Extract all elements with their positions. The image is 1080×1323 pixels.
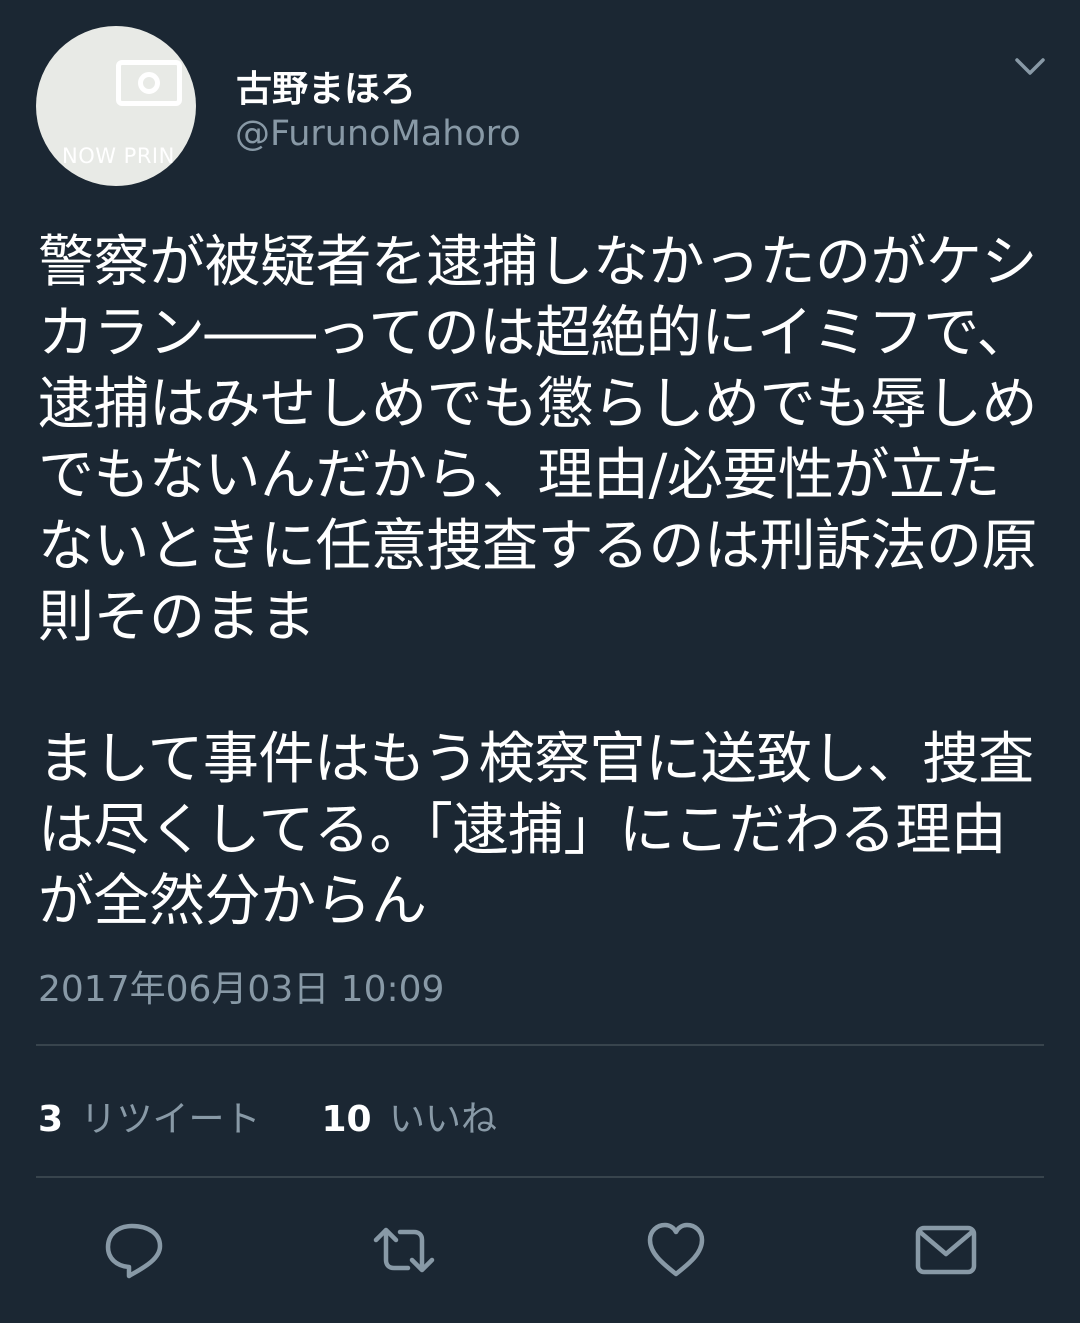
avatar[interactable]: NOW PRIN bbox=[36, 26, 196, 186]
tweet-stats: 3 リツイート 10 いいね bbox=[38, 1090, 497, 1142]
heart-icon bbox=[647, 1222, 705, 1277]
reply-icon bbox=[105, 1223, 163, 1279]
avatar-text: NOW PRIN bbox=[62, 144, 175, 168]
retweets-stat[interactable]: 3 リツイート bbox=[38, 1099, 272, 1140]
tweet-header: NOW PRIN 古野まほろ @FurunoMahoro bbox=[36, 26, 1046, 186]
envelope-icon bbox=[915, 1225, 977, 1275]
message-button[interactable] bbox=[914, 1218, 978, 1282]
divider bbox=[36, 1176, 1044, 1178]
author-display-name[interactable]: 古野まほろ bbox=[236, 60, 416, 112]
tweet-timestamp: 2017年06月03日 10:09 bbox=[38, 969, 445, 1010]
camera-icon bbox=[116, 60, 182, 106]
likes-label: いいね bbox=[389, 1099, 498, 1140]
reply-button[interactable] bbox=[102, 1218, 166, 1282]
tweet-text: 警察が被疑者を逮捕しなかったのがケシカラン――ってのは超絶的にイミフで、逮捕はみ… bbox=[38, 230, 1038, 934]
like-button[interactable] bbox=[644, 1218, 708, 1282]
divider bbox=[36, 1044, 1044, 1046]
likes-stat[interactable]: 10 いいね bbox=[321, 1099, 497, 1140]
retweet-icon bbox=[373, 1227, 435, 1273]
retweet-button[interactable] bbox=[372, 1218, 436, 1282]
chevron-down-icon[interactable] bbox=[1014, 56, 1046, 78]
author-handle[interactable]: @FurunoMahoro bbox=[235, 114, 521, 154]
likes-count: 10 bbox=[321, 1099, 372, 1140]
retweets-count: 3 bbox=[38, 1099, 64, 1140]
retweets-label: リツイート bbox=[80, 1099, 261, 1140]
